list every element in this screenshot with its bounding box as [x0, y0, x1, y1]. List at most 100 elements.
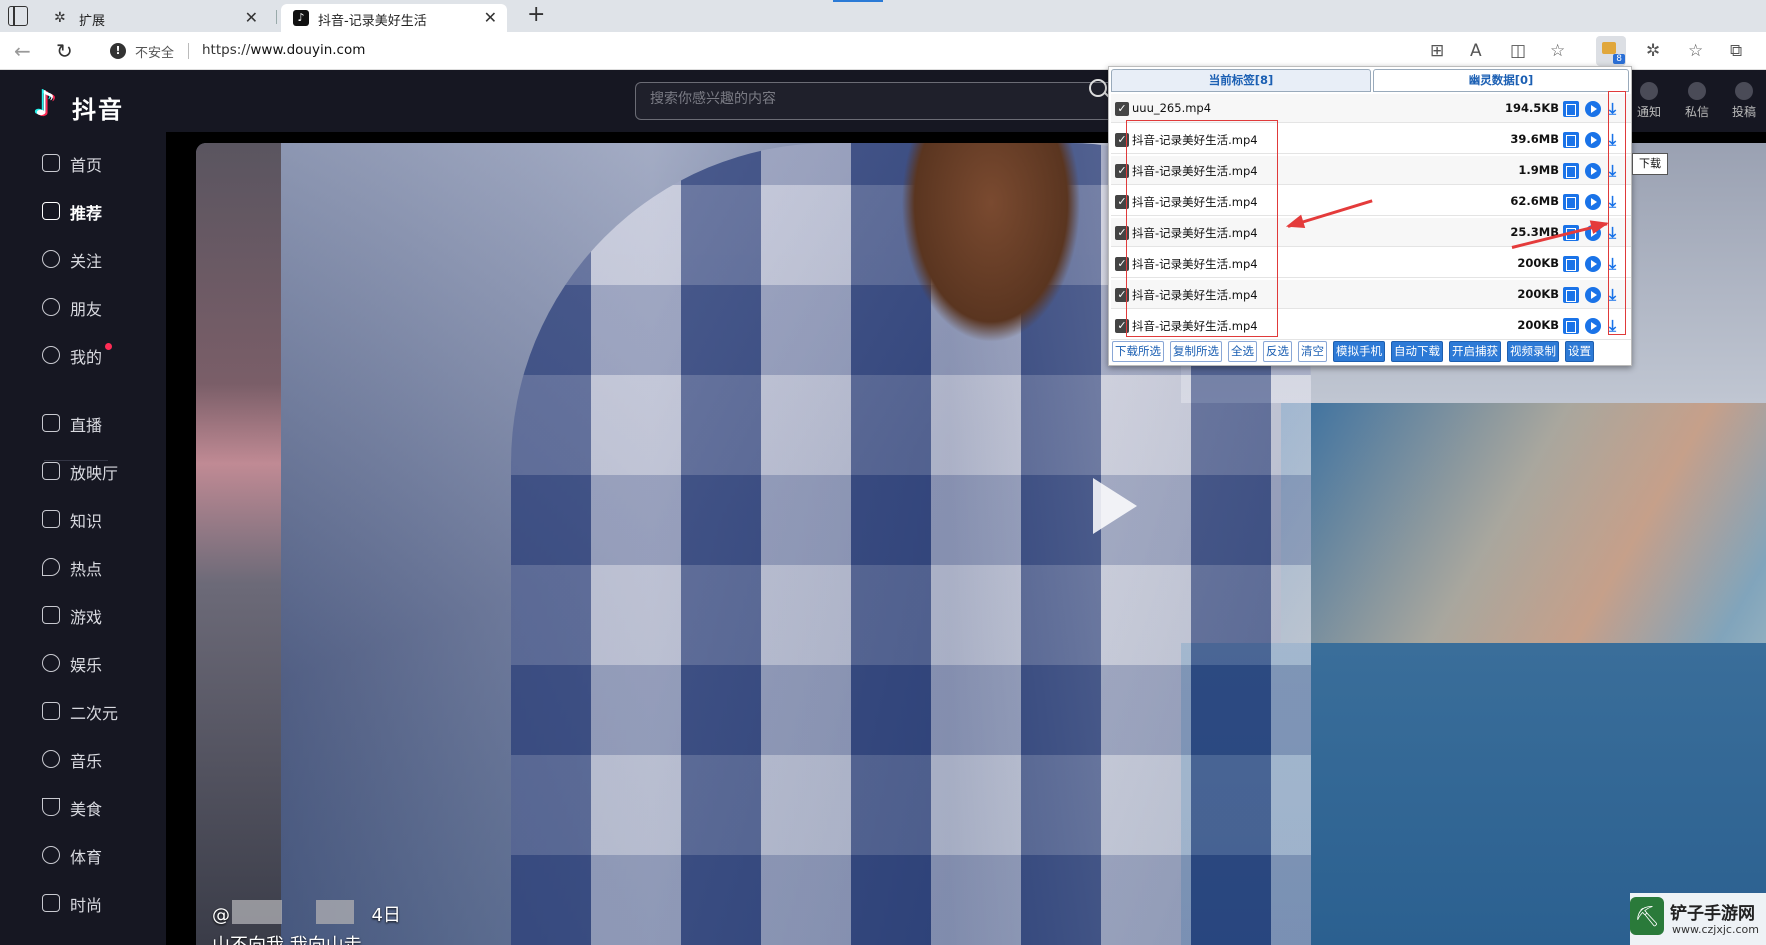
tab-extensions[interactable]: ✲ 扩展 ✕ — [42, 4, 268, 32]
read-aloud-icon[interactable]: A — [1470, 41, 1482, 61]
video-scene-wall — [1281, 403, 1766, 663]
sidebar-item-anime[interactable]: 二次元 — [42, 698, 152, 728]
security-label[interactable]: 不安全 — [135, 42, 174, 61]
popup-button[interactable]: 模拟手机 — [1333, 341, 1385, 362]
search-icon[interactable] — [1089, 79, 1107, 97]
tab-divider — [276, 10, 277, 24]
sidebar-item-label: 时尚 — [70, 896, 103, 915]
file-row[interactable]: ✓ uuu_265.mp4 194.5KB ⤓ — [1111, 94, 1631, 123]
sidebar-item-knowledge[interactable]: 知识 — [42, 506, 152, 536]
sidebar-item-follow[interactable]: 关注 — [42, 246, 152, 276]
url-box[interactable]: ! 不安全 https://www.douyin.com — [95, 36, 1593, 66]
copy-icon[interactable] — [1563, 194, 1579, 210]
douyin-logo[interactable]: ♪ 抖音 — [34, 84, 174, 124]
checkbox[interactable]: ✓ — [1115, 102, 1129, 116]
app-grid-icon[interactable]: ⊞ — [1430, 41, 1444, 61]
back-arrow-icon[interactable]: ← — [14, 39, 31, 63]
tab-actions-icon[interactable] — [8, 6, 28, 26]
sidebar-item-food[interactable]: 美食 — [42, 794, 152, 824]
cat-catch-extension-button[interactable]: 8 — [1596, 36, 1626, 66]
copy-icon[interactable] — [1563, 318, 1579, 334]
header-item-label: 投稿 — [1731, 105, 1756, 119]
play-icon[interactable] — [1585, 101, 1601, 117]
anime-icon — [42, 702, 60, 720]
annotation-box-filenames — [1126, 120, 1278, 337]
copy-icon[interactable] — [1563, 256, 1579, 272]
tab-douyin[interactable]: ♪ 抖音-记录美好生活 ✕ — [281, 4, 507, 32]
close-icon[interactable]: ✕ — [484, 8, 497, 27]
new-tab-button[interactable]: + — [527, 2, 545, 27]
copy-icon[interactable] — [1563, 287, 1579, 303]
browser-tab-bar: ✲ 扩展 ✕ ♪ 抖音-记录美好生活 ✕ + — [0, 0, 1766, 32]
sidebar-item-label: 娱乐 — [70, 656, 103, 675]
sidebar-item-recommend[interactable]: 推荐 — [42, 198, 152, 228]
search-box[interactable] — [635, 82, 1117, 120]
play-icon[interactable] — [1585, 163, 1601, 179]
fashion-icon — [42, 894, 60, 912]
play-icon[interactable] — [1585, 256, 1601, 272]
sidebar-item-mine[interactable]: 我的 — [42, 342, 152, 372]
header-upload[interactable]: 投稿 — [1724, 78, 1764, 120]
copy-icon[interactable] — [1563, 163, 1579, 179]
split-screen-icon[interactable]: ◫ — [1510, 41, 1526, 61]
sidebar-item-home[interactable]: 首页 — [42, 150, 152, 180]
header-item-label: 私信 — [1684, 105, 1709, 119]
thumb-up-icon — [42, 202, 60, 220]
header-notifications[interactable]: 通知 — [1629, 78, 1669, 120]
sidebar-item-label: 我的 — [70, 348, 103, 367]
sports-icon — [42, 846, 60, 864]
home-icon — [42, 154, 60, 172]
extension-badge: 8 — [1613, 54, 1625, 64]
copy-icon[interactable] — [1563, 101, 1579, 117]
extensions-puzzle-icon[interactable]: ✲ — [1646, 41, 1660, 61]
sidebar-item-games[interactable]: 游戏 — [42, 602, 152, 632]
play-icon[interactable] — [1585, 194, 1601, 210]
play-icon[interactable] — [1585, 318, 1601, 334]
popup-button[interactable]: 视频录制 — [1507, 341, 1559, 362]
play-icon[interactable] — [1093, 478, 1137, 534]
sidebar-item-friends[interactable]: 朋友 — [42, 294, 152, 324]
sidebar-item-label: 关注 — [70, 252, 103, 271]
file-size: 200KB — [1517, 256, 1559, 270]
redaction-block — [232, 900, 282, 924]
copy-icon[interactable] — [1563, 132, 1579, 148]
popup-button[interactable]: 下载所选 — [1112, 341, 1164, 362]
popup-button[interactable]: 清空 — [1298, 341, 1327, 362]
sidebar-item-music[interactable]: 音乐 — [42, 746, 152, 776]
popup-button[interactable]: 全选 — [1228, 341, 1257, 362]
popup-button[interactable]: 反选 — [1263, 341, 1292, 362]
sidebar-item-live[interactable]: 直播 — [42, 410, 152, 440]
logo-text: 抖音 — [72, 96, 124, 124]
popup-button[interactable]: 设置 — [1565, 341, 1594, 362]
sidebar-item-label: 音乐 — [70, 752, 103, 771]
reload-icon[interactable]: ↻ — [56, 39, 73, 63]
play-icon[interactable] — [1585, 287, 1601, 303]
header-messages[interactable]: 私信 — [1677, 78, 1717, 120]
address-bar: ← ↻ ! 不安全 https://www.douyin.com — [0, 32, 1766, 70]
popup-button[interactable]: 复制所选 — [1170, 341, 1222, 362]
sidebar-item-entertainment[interactable]: 娱乐 — [42, 650, 152, 680]
bookmark-icon — [42, 510, 60, 528]
upload-icon — [1735, 82, 1753, 100]
warning-icon[interactable]: ! — [110, 43, 126, 59]
url-text[interactable]: https://www.douyin.com — [202, 42, 365, 58]
play-icon[interactable] — [1585, 132, 1601, 148]
tab-ghost-data[interactable]: 幽灵数据[0] — [1373, 69, 1629, 92]
file-size: 62.6MB — [1510, 194, 1559, 208]
star-icon[interactable]: ☆ — [1550, 41, 1565, 61]
favorites-icon[interactable]: ☆ — [1688, 41, 1703, 61]
popup-button[interactable]: 开启捕获 — [1449, 341, 1501, 362]
gamepad-icon — [42, 606, 60, 624]
close-icon[interactable]: ✕ — [245, 8, 258, 27]
sidebar-item-sports[interactable]: 体育 — [42, 842, 152, 872]
tab-current-tab[interactable]: 当前标签[8] — [1111, 69, 1371, 92]
sidebar-item-hot[interactable]: 热点 — [42, 554, 152, 584]
popup-button[interactable]: 自动下载 — [1391, 341, 1443, 362]
bell-icon — [1640, 82, 1658, 100]
sidebar-item-fashion[interactable]: 时尚 — [42, 890, 152, 920]
collections-icon[interactable]: ⧉ — [1730, 41, 1742, 61]
search-input[interactable] — [650, 91, 1050, 107]
file-size: 194.5KB — [1504, 101, 1559, 115]
sidebar-item-cinema[interactable]: 放映厅 — [42, 458, 152, 488]
file-name[interactable]: uuu_265.mp4 — [1132, 101, 1211, 115]
